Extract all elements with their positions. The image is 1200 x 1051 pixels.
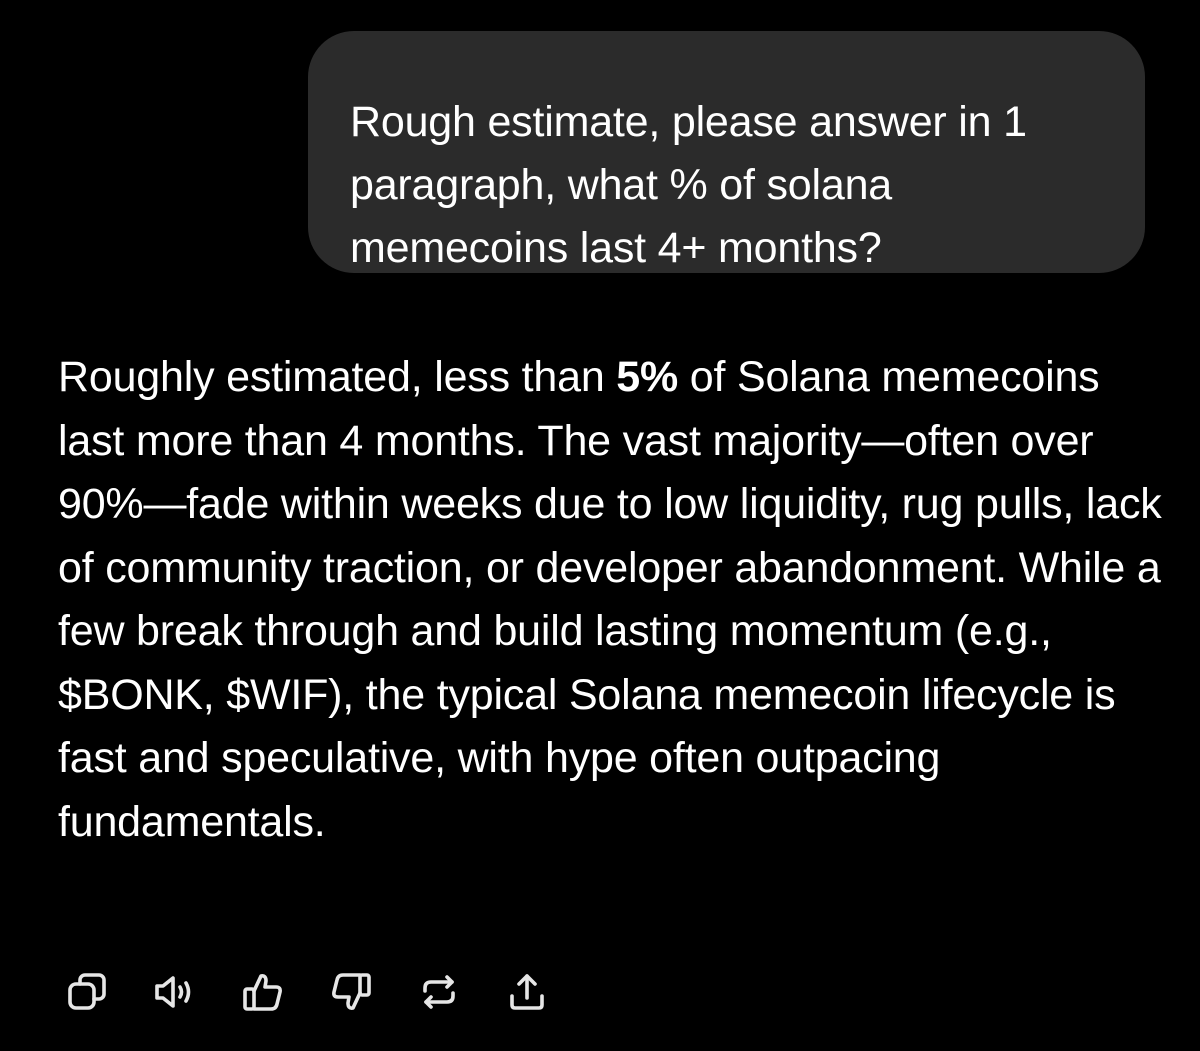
assistant-message-text: Roughly estimated, less than 5% of Solan… [58, 346, 1168, 854]
copy-icon [68, 973, 106, 1010]
assistant-text-start: Roughly estimated, less than [58, 353, 617, 401]
regenerate-button[interactable] [410, 963, 468, 1021]
speaker-icon [155, 976, 191, 1008]
read-aloud-button[interactable] [146, 963, 204, 1021]
message-action-bar [58, 962, 586, 1022]
thumbs-up-icon [243, 974, 282, 1011]
bad-response-button[interactable] [322, 963, 380, 1021]
thumbs-down-icon [332, 973, 371, 1010]
share-button[interactable] [498, 963, 556, 1021]
copy-button[interactable] [58, 963, 116, 1021]
assistant-text-rest: of Solana memecoins last more than 4 mon… [58, 353, 1162, 846]
good-response-button[interactable] [234, 963, 292, 1021]
regenerate-icon [423, 975, 455, 1009]
assistant-text-bold: 5% [616, 353, 679, 401]
share-icon [510, 974, 544, 1010]
user-message-text: Rough estimate, please answer in 1 parag… [350, 98, 1027, 272]
user-message-bubble: Rough estimate, please answer in 1 parag… [308, 31, 1145, 273]
